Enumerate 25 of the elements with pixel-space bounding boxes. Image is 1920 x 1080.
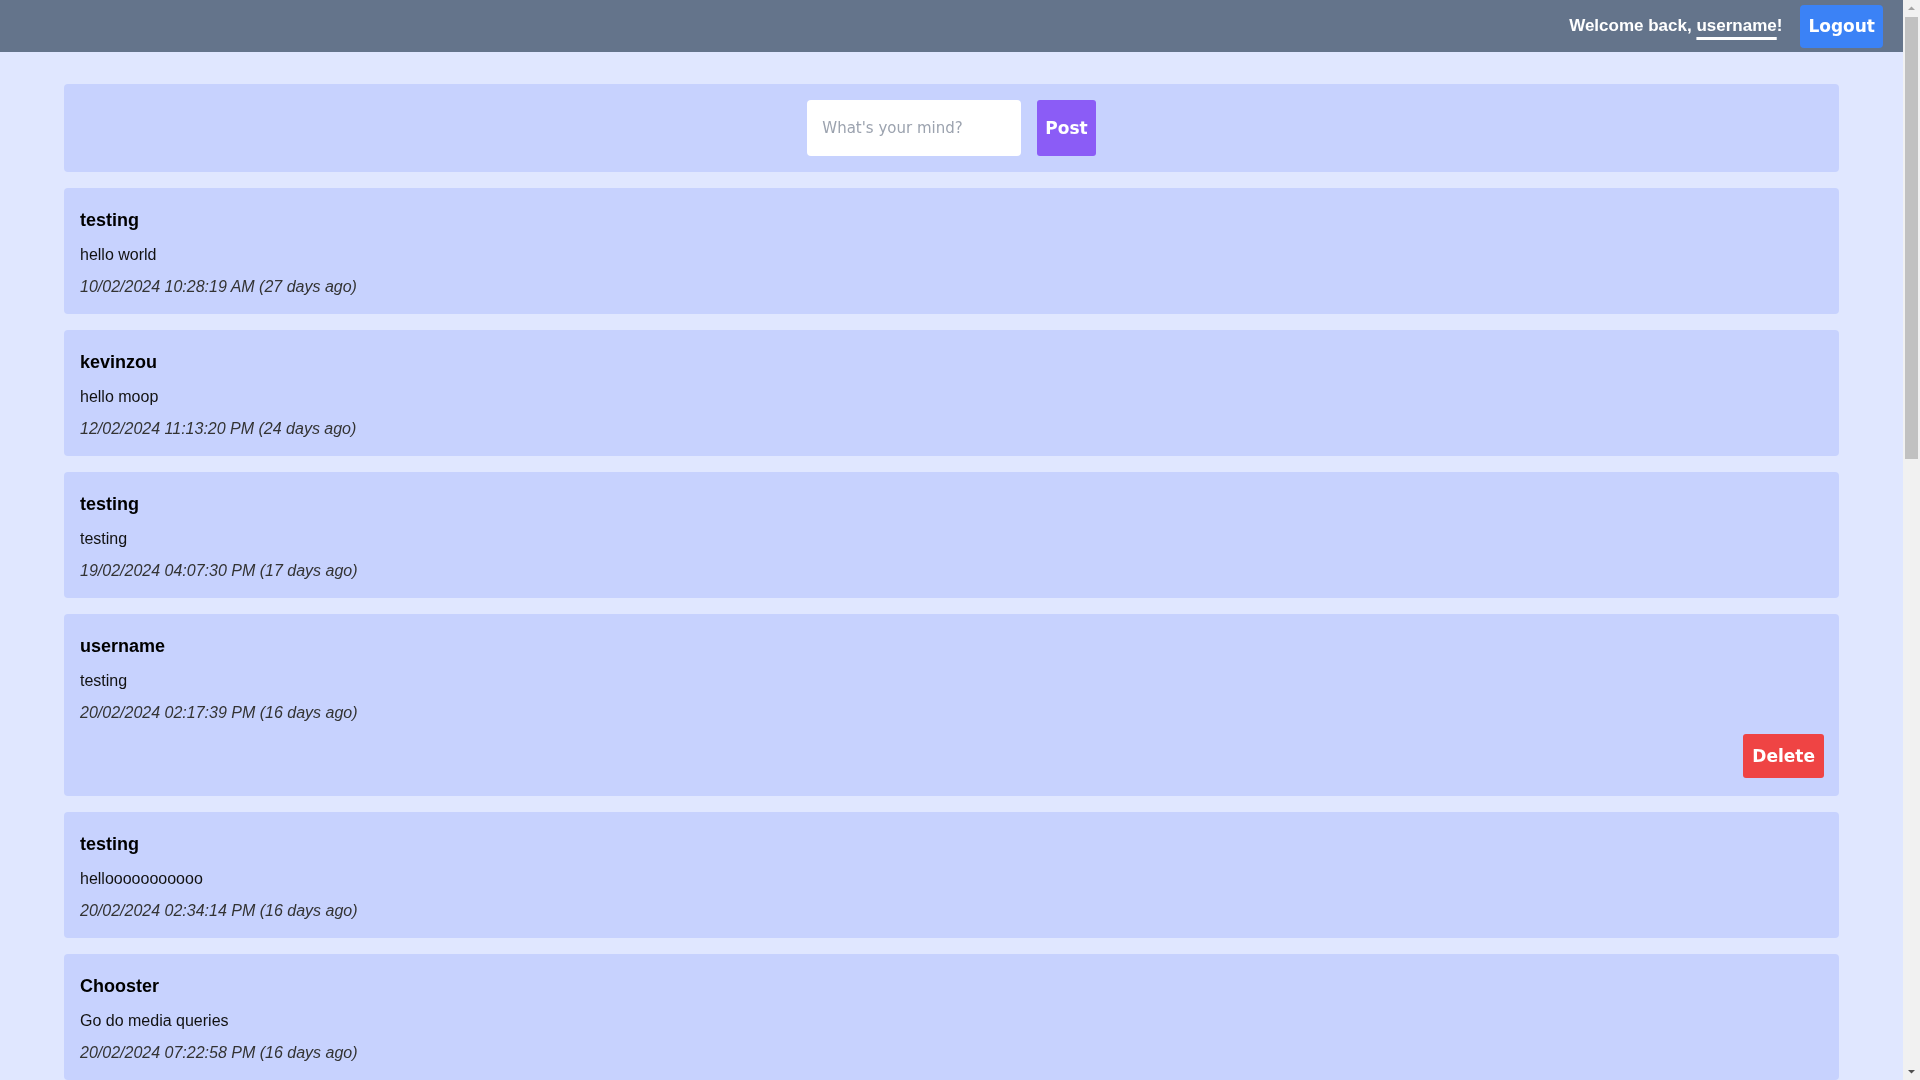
post-timestamp: 20/02/2024 02:17:39 PM (16 days ago) (80, 704, 358, 722)
delete-button[interactable]: Delete (1743, 734, 1824, 778)
post-author: testing (80, 494, 139, 515)
post-text: hello world (80, 246, 157, 264)
post-text: hello moop (80, 388, 159, 406)
welcome-text: Welcome back, username! (1569, 16, 1783, 36)
post-timestamp: 20/02/2024 02:34:14 PM (16 days ago) (80, 902, 358, 920)
post-text: hellooooooooooo (80, 870, 203, 888)
post-author: Chooster (80, 976, 159, 997)
post-timestamp: 19/02/2024 04:07:30 PM (17 days ago) (80, 562, 358, 580)
post-timestamp: 12/02/2024 11:13:20 PM (24 days ago) (80, 420, 357, 438)
post-button[interactable]: Post (1037, 100, 1096, 156)
username-link[interactable]: username (1696, 16, 1777, 35)
post-text: testing (80, 530, 128, 548)
scrollbar-thumb[interactable] (1905, 17, 1918, 459)
post-timestamp: 10/02/2024 10:28:19 AM (27 days ago) (80, 278, 357, 296)
post-author: kevinzou (80, 352, 158, 373)
post-author: testing (80, 210, 139, 231)
post-input[interactable]: What's your mind? (807, 100, 1022, 156)
post-author: testing (80, 834, 139, 855)
logout-button[interactable]: Logout (1800, 4, 1883, 48)
post-author: username (80, 636, 166, 657)
post-text: testing (80, 672, 128, 690)
post-text: Go do media queries (80, 1012, 229, 1030)
post-timestamp: 20/02/2024 07:22:58 PM (16 days ago) (80, 1044, 358, 1062)
